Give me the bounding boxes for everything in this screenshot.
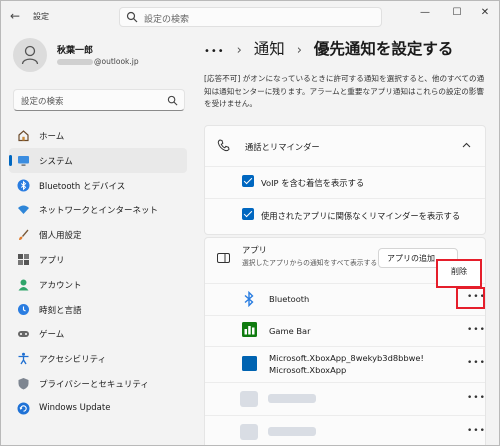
avatar[interactable]: [13, 38, 47, 72]
app-row-redacted: •••: [205, 382, 485, 415]
redacted-app-icon: [240, 424, 258, 440]
apps-title: アプリ: [242, 245, 267, 255]
search-icon: [126, 11, 138, 23]
sidebar-item-label: Windows Update: [39, 402, 111, 413]
calls-reminders-card: 通話とリマインダー VoIP を含む着信を表示する 使用されたアプリに関係なくリ…: [204, 125, 486, 235]
shield-icon: [18, 377, 29, 390]
calls-reminders-header[interactable]: 通話とリマインダー: [205, 126, 485, 166]
network-icon: [18, 205, 29, 215]
app-row-xbox: Microsoft.XboxApp_8wekyb3d8bbwe! Microso…: [205, 346, 485, 382]
redacted-app-name: [268, 394, 316, 403]
xbox-app-icon: [242, 356, 257, 371]
highlight-more-box: [456, 287, 485, 309]
sidebar-item-label: 時刻と言語: [39, 305, 82, 316]
bluetooth-icon: [244, 291, 254, 307]
brush-icon: [19, 229, 29, 241]
sidebar-search-input[interactable]: 設定の検索: [13, 89, 185, 111]
divider: [205, 166, 485, 167]
apps-icon: [18, 253, 29, 265]
more-options-button[interactable]: •••: [467, 325, 486, 335]
system-icon: [18, 155, 29, 166]
more-options-button[interactable]: •••: [467, 393, 486, 403]
redacted-email-part: [57, 59, 93, 65]
app-row-redacted: •••: [205, 415, 486, 445]
sidebar-item-label: 個人用設定: [39, 231, 82, 242]
phone-icon: [217, 139, 230, 152]
sidebar-item-apps[interactable]: アプリ: [9, 247, 187, 272]
sidebar-item-label: ネットワークとインターネット: [39, 206, 159, 217]
more-options-button[interactable]: •••: [467, 358, 486, 368]
more-options-button[interactable]: •••: [467, 426, 486, 436]
accessibility-icon: [18, 352, 29, 365]
app-name-line2: Microsoft.XboxApp: [269, 365, 347, 375]
breadcrumb-overflow[interactable]: •••: [204, 46, 225, 57]
sidebar-item-home[interactable]: ホーム: [9, 123, 187, 148]
sidebar-item-label: ゲーム: [39, 330, 65, 341]
sidebar-item-label: システム: [39, 156, 73, 167]
maximize-button[interactable]: ☐: [447, 5, 467, 21]
user-email-domain: @outlook.jp: [94, 57, 139, 66]
voip-checkbox[interactable]: [242, 175, 254, 187]
update-icon: [17, 402, 30, 415]
calls-reminders-title: 通話とリマインダー: [245, 142, 320, 152]
sidebar-item-label: ホーム: [39, 132, 65, 142]
sidebar-item-label: アクセシビリティ: [39, 355, 107, 366]
title-search-box[interactable]: 設定の検索: [119, 7, 382, 27]
app-title: 設定: [33, 12, 49, 21]
app-window-icon: [217, 253, 230, 263]
user-name: 秋葉一郎: [57, 46, 94, 56]
apps-subtitle: 選択したアプリからの通知をすべて表示する: [242, 259, 378, 267]
search-icon: [167, 95, 178, 106]
title-search-placeholder: 設定の検索: [144, 15, 190, 25]
sidebar-item-label: Bluetooth とデバイス: [39, 181, 126, 192]
chevron-right-icon: ›: [296, 43, 302, 58]
settings-window: ← 設定 設定の検索 — ☐ ✕ 秋葉一郎 @outlook.jp 設定の検索 …: [0, 0, 500, 446]
page-description: [応答不可] がオンになっているときに許可する通知を選択すると、他のすべての通知…: [204, 74, 485, 108]
sidebar-item-accounts[interactable]: アカウント: [9, 272, 187, 297]
reminders-label: 使用されたアプリに関係なくリマインダーを表示する: [261, 211, 461, 221]
sidebar-item-label: プライバシーとセキュリティ: [39, 379, 149, 390]
minimize-button[interactable]: —: [415, 5, 435, 21]
sidebar-item-privacy[interactable]: プライバシーとセキュリティ: [9, 371, 187, 396]
gamepad-icon: [18, 331, 29, 338]
title-bar: ← 設定 設定の検索 — ☐ ✕: [1, 1, 499, 31]
sidebar-item-label: アカウント: [39, 280, 82, 291]
sidebar-item-time-language[interactable]: 時刻と言語: [9, 297, 187, 322]
person-icon: [21, 45, 39, 65]
user-email: @outlook.jp: [57, 57, 139, 66]
chevron-up-icon[interactable]: [462, 142, 471, 148]
divider: [205, 198, 485, 199]
voip-label: VoIP を含む着信を表示する: [261, 178, 365, 188]
app-name: Game Bar: [269, 326, 311, 336]
sidebar-item-label: アプリ: [39, 255, 65, 266]
page-title: 優先通知を設定する: [313, 40, 454, 58]
redacted-app-icon: [240, 391, 258, 407]
breadcrumb: ••• › 通知 › 優先通知を設定する: [204, 37, 460, 59]
app-name: Bluetooth: [269, 294, 310, 304]
reminders-checkbox[interactable]: [242, 208, 254, 220]
sidebar-item-system[interactable]: システム: [9, 147, 187, 173]
app-row-game-bar: Game Bar •••: [205, 315, 485, 346]
bluetooth-icon: [17, 179, 30, 192]
redacted-app-name: [268, 427, 316, 436]
sidebar-item-gaming[interactable]: ゲーム: [9, 321, 187, 346]
sidebar-search-placeholder: 設定の検索: [21, 97, 64, 107]
back-button[interactable]: ←: [7, 8, 23, 24]
app-name: Microsoft.XboxApp_8wekyb3d8bbwe!: [269, 353, 424, 363]
sidebar-item-personalization[interactable]: 個人用設定: [9, 222, 187, 247]
home-icon: [18, 130, 29, 142]
sidebar-item-bluetooth[interactable]: Bluetooth とデバイス: [9, 173, 187, 198]
clock-icon: [18, 303, 29, 315]
account-icon: [18, 279, 29, 291]
sidebar-item-windows-update[interactable]: Windows Update: [9, 396, 187, 421]
sidebar-item-accessibility[interactable]: アクセシビリティ: [9, 346, 187, 371]
game-bar-icon: [242, 322, 257, 337]
close-button[interactable]: ✕: [475, 5, 495, 21]
sidebar-item-network[interactable]: ネットワークとインターネット: [9, 197, 187, 222]
highlight-delete-box: [436, 259, 482, 288]
sidebar-nav: ホーム システム Bluetooth とデバイス ネットワークとインターネット …: [9, 123, 187, 421]
chevron-right-icon: ›: [236, 43, 242, 58]
back-arrow-icon: ←: [9, 9, 21, 23]
breadcrumb-parent[interactable]: 通知: [254, 40, 285, 58]
